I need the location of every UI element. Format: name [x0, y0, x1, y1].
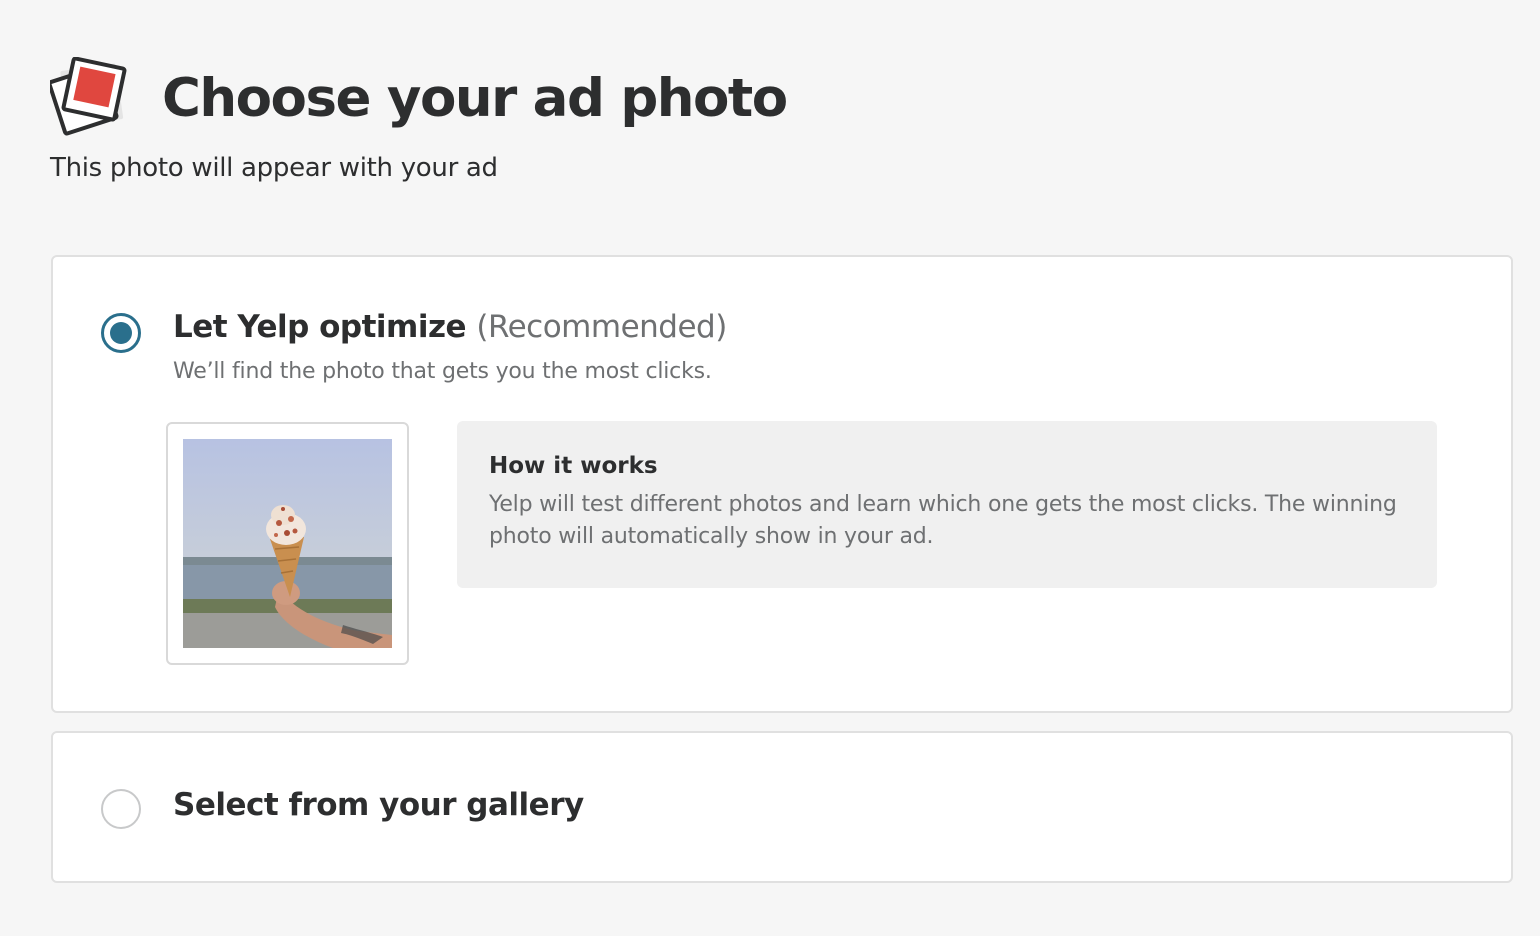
page-title: Choose your ad photo — [162, 67, 788, 129]
option-card-optimize[interactable]: Let Yelp optimize (Recommended) We’ll fi… — [51, 255, 1513, 713]
how-it-works-box: How it works Yelp will test different ph… — [457, 421, 1437, 588]
page-header: Choose your ad photo — [50, 48, 788, 148]
photos-icon — [50, 57, 132, 139]
option-title-optimize[interactable]: Let Yelp optimize (Recommended) — [173, 309, 727, 345]
preview-photo-frame — [166, 422, 409, 665]
option-title-gallery[interactable]: Select from your gallery — [173, 787, 584, 823]
radio-gallery[interactable] — [101, 789, 141, 829]
page-subtitle: This photo will appear with your ad — [50, 153, 498, 183]
recommended-label: (Recommended) — [476, 309, 727, 345]
radio-optimize[interactable] — [101, 313, 141, 353]
option-title-optimize-label: Let Yelp optimize — [173, 309, 467, 345]
ice-cream-cone-photo — [183, 439, 392, 648]
how-it-works-title: How it works — [489, 453, 658, 479]
option-description-optimize: We’ll find the photo that gets you the m… — [173, 359, 712, 384]
option-card-gallery[interactable]: Select from your gallery — [51, 731, 1513, 883]
how-it-works-text: Yelp will test different photos and lear… — [489, 492, 1397, 549]
page: Choose your ad photo This photo will app… — [0, 0, 1540, 936]
